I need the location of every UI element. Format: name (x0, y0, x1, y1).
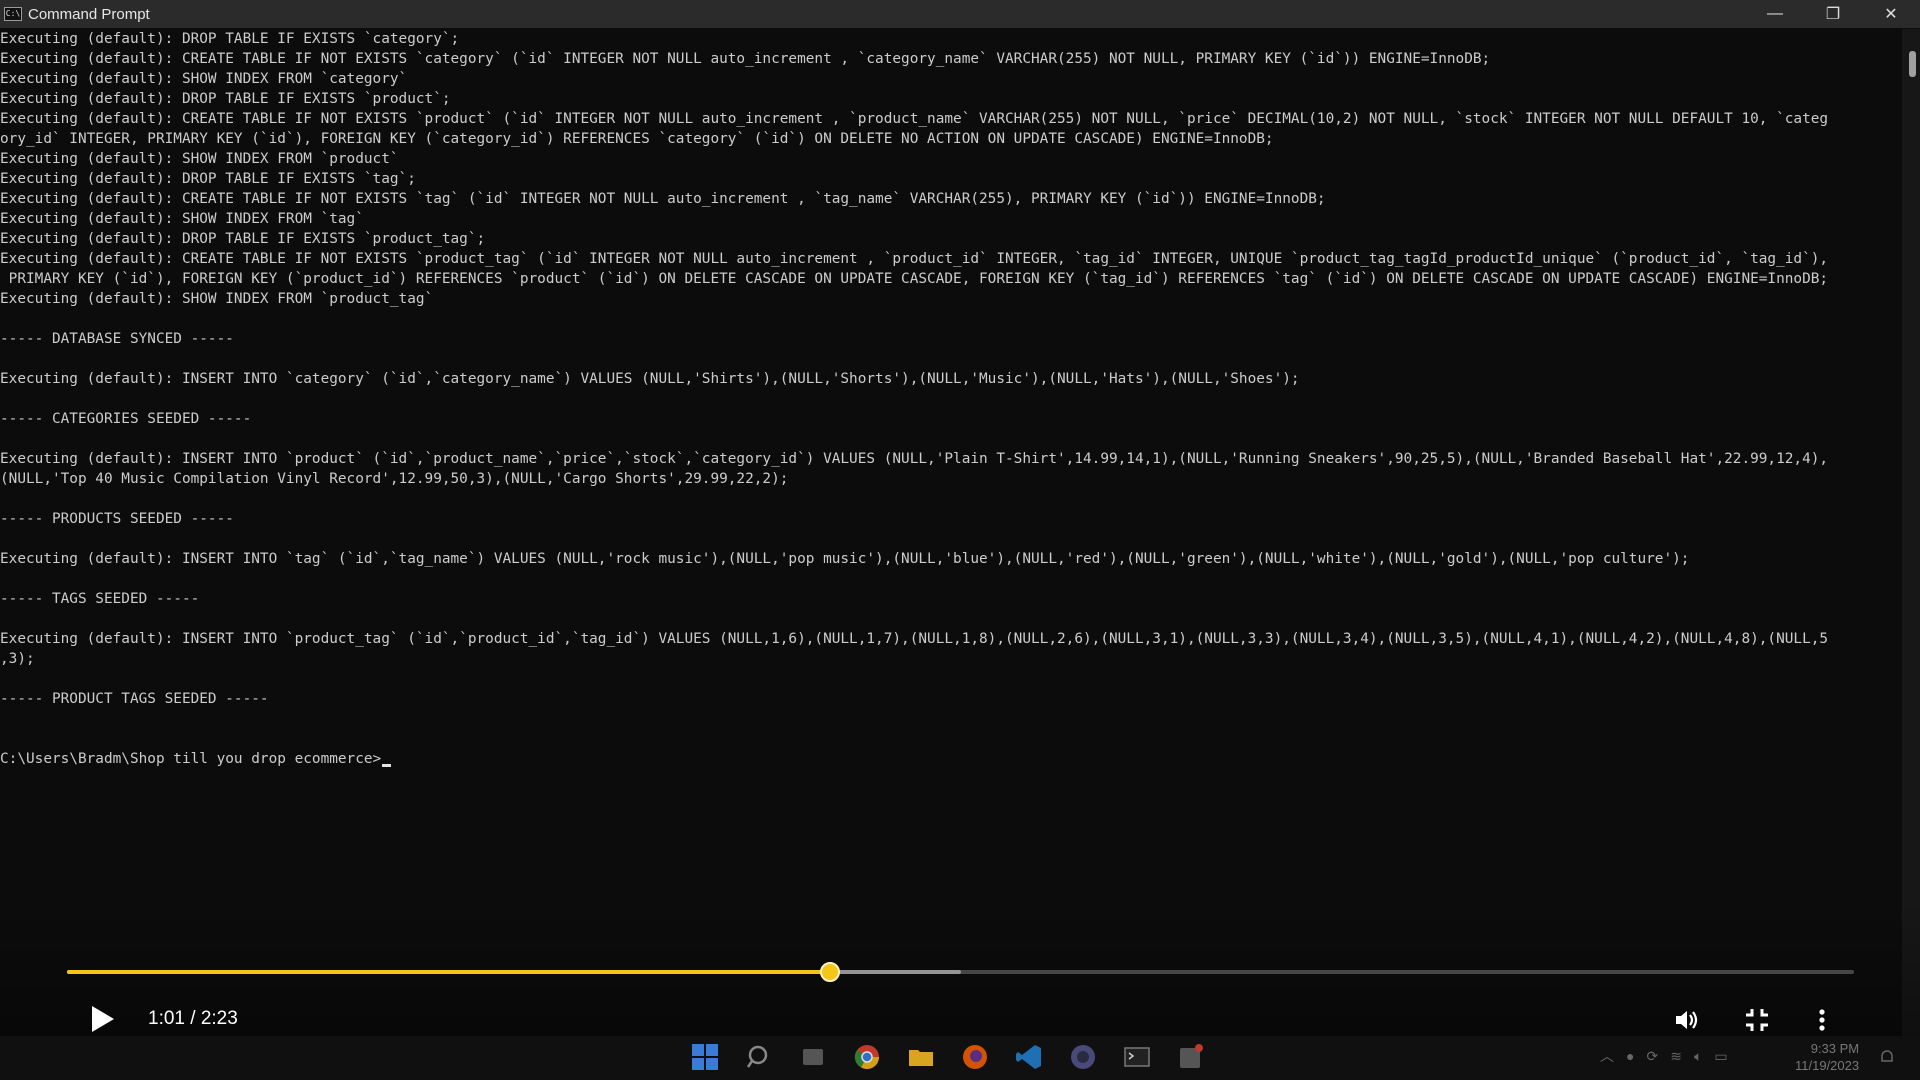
volume-icon[interactable] (1672, 1005, 1702, 1035)
console-line: Executing (default): DROP TABLE IF EXIST… (0, 171, 416, 187)
console-line: Executing (default): CREATE TABLE IF NOT… (0, 191, 1326, 207)
console-output[interactable]: Executing (default): DROP TABLE IF EXIST… (0, 29, 1900, 1049)
chrome-icon[interactable] (852, 1042, 882, 1072)
prompt-path: C:\Users\Bradm\Shop till you drop ecomme… (0, 751, 382, 767)
console-line: ,3); (0, 651, 35, 667)
video-progress-bar[interactable] (67, 962, 1854, 982)
notification-bell-icon[interactable] (1878, 1048, 1896, 1071)
console-line: Executing (default): SHOW INDEX FROM `ta… (0, 211, 364, 227)
console-line: Executing (default): CREATE TABLE IF NOT… (0, 251, 1829, 267)
sync-icon[interactable]: ⟳ (1646, 1048, 1658, 1065)
windows-taskbar: ︿ ● ⟳ ≋ 🔈︎ ▭ 9:33 PM 11/19/2023 (0, 1036, 1920, 1080)
progress-played (67, 970, 831, 974)
more-options-icon[interactable] (1810, 1005, 1834, 1035)
console-line: Executing (default): DROP TABLE IF EXIST… (0, 91, 451, 107)
task-view-icon[interactable] (798, 1042, 828, 1072)
taskbar-clock[interactable]: 9:33 PM 11/19/2023 (1795, 1040, 1859, 1074)
file-explorer-icon[interactable] (906, 1042, 936, 1072)
steam-icon[interactable]: ● (1626, 1048, 1634, 1064)
scrollbar-thumb[interactable] (1909, 51, 1916, 77)
window-title: Command Prompt (28, 5, 150, 23)
console-line: Executing (default): SHOW INDEX FROM `ca… (0, 71, 408, 87)
command-prompt-line[interactable]: C:\Users\Bradm\Shop till you drop ecomme… (0, 749, 1900, 769)
exit-fullscreen-icon[interactable] (1742, 1005, 1772, 1035)
speaker-icon[interactable]: 🔈︎ (1694, 1048, 1702, 1065)
start-icon[interactable] (690, 1042, 720, 1072)
progress-scrubber-handle[interactable] (820, 962, 841, 982)
time-display: 1:01 / 2:23 (148, 1008, 238, 1029)
console-line: Executing (default): CREATE TABLE IF NOT… (0, 51, 1491, 67)
clock-date: 11/19/2023 (1795, 1058, 1860, 1073)
close-button[interactable]: ✕ (1862, 0, 1920, 28)
window-controls: — ❐ ✕ (1746, 0, 1920, 28)
console-line: ----- PRODUCTS SEEDED ----- (0, 511, 234, 527)
minimize-button[interactable]: — (1746, 0, 1804, 28)
wifi-icon[interactable]: ≋ (1670, 1048, 1682, 1065)
battery-icon[interactable]: ▭ (1714, 1048, 1727, 1065)
console-line: Executing (default): DROP TABLE IF EXIST… (0, 31, 460, 47)
console-scrollbar[interactable] (1902, 29, 1920, 1049)
chevron-up-icon[interactable]: ︿ (1600, 1046, 1614, 1066)
text-cursor (382, 764, 392, 767)
search-icon[interactable] (744, 1042, 774, 1072)
obs-icon[interactable] (1068, 1042, 1098, 1072)
console-line: ----- DATABASE SYNCED ----- (0, 331, 234, 347)
command-prompt-icon: C:\ (4, 7, 22, 21)
app-icon[interactable] (1176, 1042, 1206, 1072)
clock-time: 9:33 PM (1810, 1041, 1860, 1056)
console-line: ----- PRODUCT TAGS SEEDED ----- (0, 691, 269, 707)
restore-button[interactable]: ❐ (1804, 0, 1862, 28)
firefox-icon[interactable] (960, 1042, 990, 1072)
vscode-icon[interactable] (1014, 1042, 1044, 1072)
console-line: Executing (default): CREATE TABLE IF NOT… (0, 111, 1829, 127)
terminal-icon[interactable] (1122, 1042, 1152, 1072)
console-line: ----- TAGS SEEDED ----- (0, 591, 200, 607)
console-line: ----- CATEGORIES SEEDED ----- (0, 411, 252, 427)
console-line: Executing (default): INSERT INTO `produc… (0, 631, 1829, 647)
console-line: Executing (default): SHOW INDEX FROM `pr… (0, 291, 434, 307)
console-line: Executing (default): INSERT INTO `catego… (0, 371, 1300, 387)
window-titlebar: C:\ Command Prompt — ❐ ✕ (0, 0, 1920, 28)
console-line: ory_id` INTEGER, PRIMARY KEY (`id`), FOR… (0, 131, 1274, 147)
console-line: Executing (default): DROP TABLE IF EXIST… (0, 231, 486, 247)
player-controls: 1:01 / 2:23 (0, 1000, 1920, 1040)
system-tray: ︿ ● ⟳ ≋ 🔈︎ ▭ (1600, 1046, 1728, 1066)
console-line: Executing (default): INSERT INTO `tag` (… (0, 551, 1690, 567)
console-line: (NULL,'Top 40 Music Compilation Vinyl Re… (0, 471, 789, 487)
play-button[interactable] (92, 1006, 114, 1032)
console-line: Executing (default): INSERT INTO `produc… (0, 451, 1829, 467)
console-line: PRIMARY KEY (`id`), FOREIGN KEY (`produc… (0, 271, 1829, 287)
console-line: Executing (default): SHOW INDEX FROM `pr… (0, 151, 399, 167)
